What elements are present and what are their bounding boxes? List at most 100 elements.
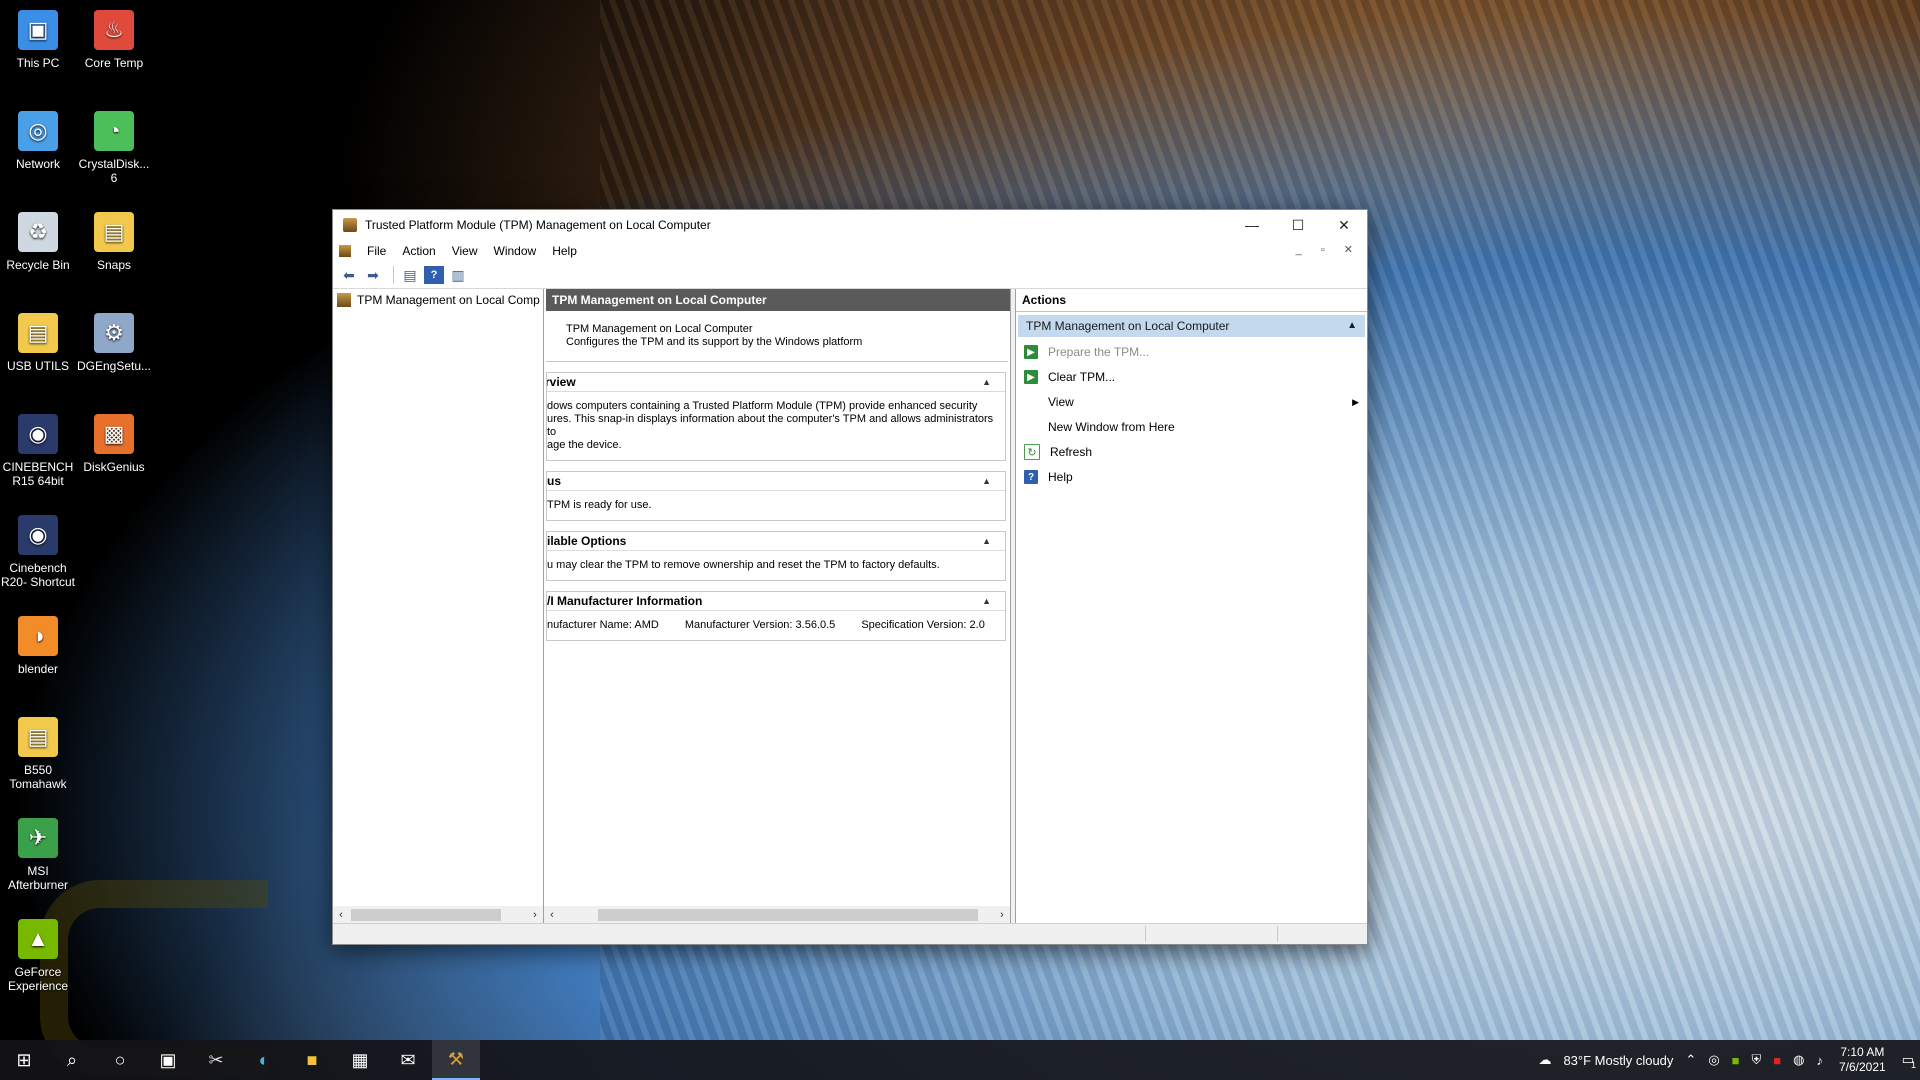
volume-icon[interactable]: ♪ [1810,1053,1829,1068]
cortana-icon[interactable]: ○ [96,1040,144,1080]
manufacturer-info-row: nufacturer Name: AMD Manufacturer Versio… [547,611,1005,640]
desktop-icon-label: CINEBENCH R15 64bit [2,460,74,488]
menu-help[interactable]: Help [544,244,585,258]
collapse-arrow-icon[interactable]: ▲ [1347,315,1357,337]
action-help[interactable]: ? Help [1024,467,1367,487]
maximize-button[interactable]: ☐ [1275,217,1321,234]
show-hidden-icons-icon[interactable]: ⌃ [1679,1052,1702,1068]
mail-icon[interactable]: ✉ [384,1040,432,1080]
action-clear-tpm[interactable]: ▶ Clear TPM... [1024,367,1367,387]
action-view[interactable]: View ▶ [1024,392,1367,412]
desktop-icon[interactable]: ▤ USB UTILS [0,313,76,373]
scroll-left-icon[interactable]: ‹ [544,909,560,921]
tree-item-tpm-management[interactable]: TPM Management on Local Comp [333,289,543,311]
weather-icon[interactable]: ☁ [1532,1052,1557,1068]
desktop-icon[interactable]: ▤ B550 Tomahawk [0,717,76,791]
mdi-window-controls[interactable]: _ ▫ ✕ [1296,243,1361,256]
menu-window[interactable]: Window [486,244,545,258]
status-divider [1277,926,1278,942]
help-topic-icon[interactable]: ? [424,266,444,284]
scroll-thumb[interactable] [598,909,978,921]
collapse-arrow-icon[interactable]: ▲ [982,532,991,550]
scroll-right-icon[interactable]: › [994,909,1010,921]
desktop-icon[interactable]: ◔ CrystalDisk... 6 [76,111,152,185]
desktop-icon[interactable]: ✈ MSI Afterburner [0,818,76,892]
action-prepare-tpm[interactable]: ▶ Prepare the TPM... [1024,342,1367,362]
cinebench-icon: ◉ [18,414,58,454]
overview-section: rview ▲ dows computers containing a Trus… [546,372,1006,461]
intro-block: TPM Management on Local Computer Configu… [566,323,1010,349]
desktop-icon[interactable]: ▩ DiskGenius [76,414,152,474]
scroll-thumb[interactable] [351,909,501,921]
back-arrow-icon[interactable]: ⬅ [339,266,359,284]
actions-group-header[interactable]: TPM Management on Local Computer ▲ [1018,315,1365,337]
folder-icon: ▤ [94,212,134,252]
weather-text[interactable]: 83°F Mostly cloudy [1557,1053,1679,1068]
search-icon[interactable]: ⌕ [48,1040,96,1080]
desktop-icon[interactable]: ♨ Core Temp [76,10,152,70]
this-pc-icon: ▣ [18,10,58,50]
manufacturer-name: nufacturer Name: AMD [547,619,659,631]
tpm-management-window[interactable]: Trusted Platform Module (TPM) Management… [332,209,1368,945]
desktop-icon-label: This PC [16,56,60,70]
meet-now-icon[interactable]: ◎ [1702,1052,1725,1068]
clock[interactable]: 7:10 AM 7/6/2021 [1829,1045,1896,1075]
scroll-right-icon[interactable]: › [527,909,543,921]
collapse-arrow-icon[interactable]: ▲ [982,373,991,391]
desktop-icon[interactable]: ◉ Cinebench R20- Shortcut [0,515,76,589]
overview-section-header[interactable]: rview ▲ [547,373,1005,392]
menu-action[interactable]: Action [394,244,443,258]
file-explorer-icon[interactable]: ■ [288,1040,336,1080]
manufacturer-section-header[interactable]: /I Manufacturer Information ▲ [547,592,1005,611]
notification-center-icon[interactable]: ▭ 1 [1896,1052,1920,1070]
minimize-button[interactable]: — [1229,217,1275,233]
show-hide-tree-icon[interactable]: ▤ [400,266,420,284]
show-hide-action-pane-icon[interactable]: ▥ [448,266,468,284]
tree-horizontal-scrollbar[interactable]: ‹ › [333,906,543,924]
collapse-arrow-icon[interactable]: ▲ [982,592,991,610]
action-refresh[interactable]: ↻ Refresh [1024,442,1367,462]
toolbar: ⬅ ➡ ▤ ? ▥ [333,262,1367,289]
green-arrow-icon: ▶ [1024,370,1038,384]
status-section-header[interactable]: us ▲ [547,472,1005,491]
msi-tray-icon[interactable]: ■ [1767,1053,1787,1068]
toolbar-separator [393,266,394,284]
task-view-icon[interactable]: ▣ [144,1040,192,1080]
diskgenius-icon: ▩ [94,414,134,454]
close-button[interactable]: ✕ [1321,217,1367,234]
windows-start-icon[interactable]: ⊞ [0,1040,48,1080]
network-globe-icon[interactable]: ◍ [1787,1052,1810,1068]
microsoft-store-icon[interactable]: ▦ [336,1040,384,1080]
manufacturer-version: Manufacturer Version: 3.56.0.5 [684,619,836,631]
overview-text: dows computers containing a Trusted Plat… [547,400,994,451]
forward-arrow-icon[interactable]: ➡ [363,266,383,284]
desktop-icon[interactable]: ◎ Network [0,111,76,171]
action-new-window[interactable]: New Window from Here [1024,417,1367,437]
desktop-icon[interactable]: ⚙ DGEngSetu... [76,313,152,373]
scroll-left-icon[interactable]: ‹ [333,909,349,921]
options-section-header[interactable]: ilable Options ▲ [547,532,1005,551]
menu-view[interactable]: View [444,244,486,258]
msi-afterburner-icon: ✈ [18,818,58,858]
desktop-icon[interactable]: ♻ Recycle Bin [0,212,76,272]
security-tray-icon[interactable]: ⛨ [1746,1052,1768,1068]
help-icon: ? [1024,470,1038,484]
collapse-arrow-icon[interactable]: ▲ [982,472,991,490]
desktop-icon[interactable]: ▤ Snaps [76,212,152,272]
title-bar[interactable]: Trusted Platform Module (TPM) Management… [333,210,1367,240]
desktop-icon[interactable]: ◉ CINEBENCH R15 64bit [0,414,76,488]
menu-file[interactable]: File [359,244,394,258]
edge-browser-icon[interactable]: ◐ [240,1040,288,1080]
desktop-icon-label: Cinebench R20- Shortcut [0,561,76,589]
action-label: View [1048,395,1074,409]
nvidia-tray-icon[interactable]: ■ [1726,1053,1746,1068]
desktop-icon[interactable]: ▲ GeForce Experience [0,919,76,993]
tpm-taskbar-icon[interactable]: ⚒ [432,1040,480,1080]
snipping-app-icon[interactable]: ✂ [192,1040,240,1080]
status-divider [1145,926,1146,942]
desktop-icon[interactable]: ◑ blender [0,616,76,676]
console-icon[interactable] [339,245,351,257]
center-horizontal-scrollbar[interactable]: ‹ › [544,906,1010,924]
cinebench-icon: ◉ [18,515,58,555]
desktop-icon[interactable]: ▣ This PC [0,10,76,70]
